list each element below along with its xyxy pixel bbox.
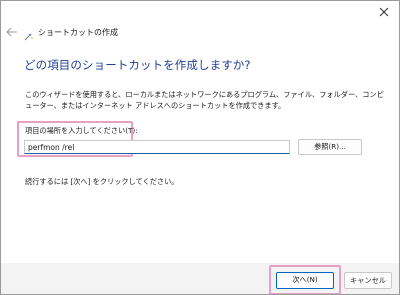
location-input[interactable] xyxy=(24,140,290,154)
instruction-text: 続行するには [次へ] をクリックしてください。 xyxy=(25,177,179,186)
shortcut-wizard-icon xyxy=(23,28,35,41)
back-button[interactable] xyxy=(5,25,19,39)
close-button[interactable] xyxy=(375,4,393,20)
next-button[interactable]: 次へ(N) xyxy=(276,272,334,289)
wizard-content-area: ショートカットの作成 どの項目のショートカットを作成しますか? このウィザードを… xyxy=(1,1,399,263)
wizard-description: このウィザードを使用すると、ローカルまたはネットワークにあるプログラム、ファイル… xyxy=(25,90,384,110)
shortcut-wizard-window: ショートカットの作成 どの項目のショートカットを作成しますか? このウィザードを… xyxy=(0,0,400,295)
wizard-title: ショートカットの作成 xyxy=(38,28,118,37)
page-heading: どの項目のショートカットを作成しますか? xyxy=(24,58,251,72)
close-icon xyxy=(379,7,389,17)
back-arrow-icon xyxy=(6,27,17,37)
location-label: 項目の場所を入力してください(T): xyxy=(25,126,138,135)
browse-button[interactable]: 参照(R)... xyxy=(298,139,362,155)
cancel-button[interactable]: キャンセル xyxy=(344,272,392,289)
